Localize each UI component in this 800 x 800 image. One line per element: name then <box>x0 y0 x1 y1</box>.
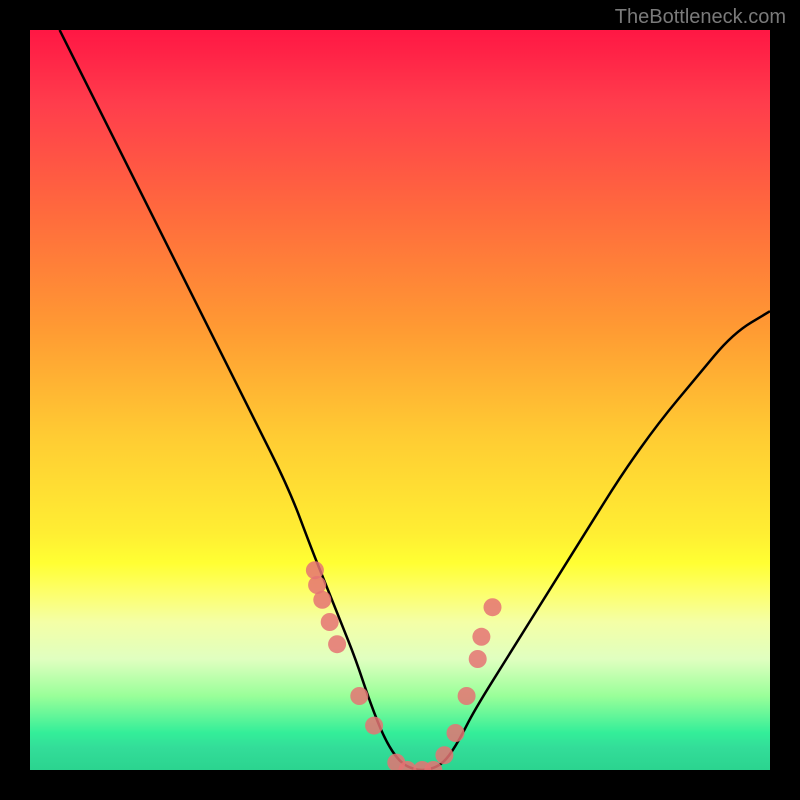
marker-dot <box>458 687 476 705</box>
marker-dot <box>365 717 383 735</box>
marker-dot <box>484 598 502 616</box>
marker-dot <box>321 613 339 631</box>
marker-dot <box>313 591 331 609</box>
watermark-text: TheBottleneck.com <box>615 6 786 29</box>
marker-dot <box>435 746 453 764</box>
curve-svg <box>30 30 770 770</box>
bottleneck-curve <box>60 30 770 770</box>
marker-dot <box>469 650 487 668</box>
marker-dot <box>328 635 346 653</box>
marker-points <box>306 561 502 770</box>
marker-dot <box>447 724 465 742</box>
marker-dot <box>472 628 490 646</box>
marker-dot <box>350 687 368 705</box>
chart-plot-area <box>30 30 770 770</box>
